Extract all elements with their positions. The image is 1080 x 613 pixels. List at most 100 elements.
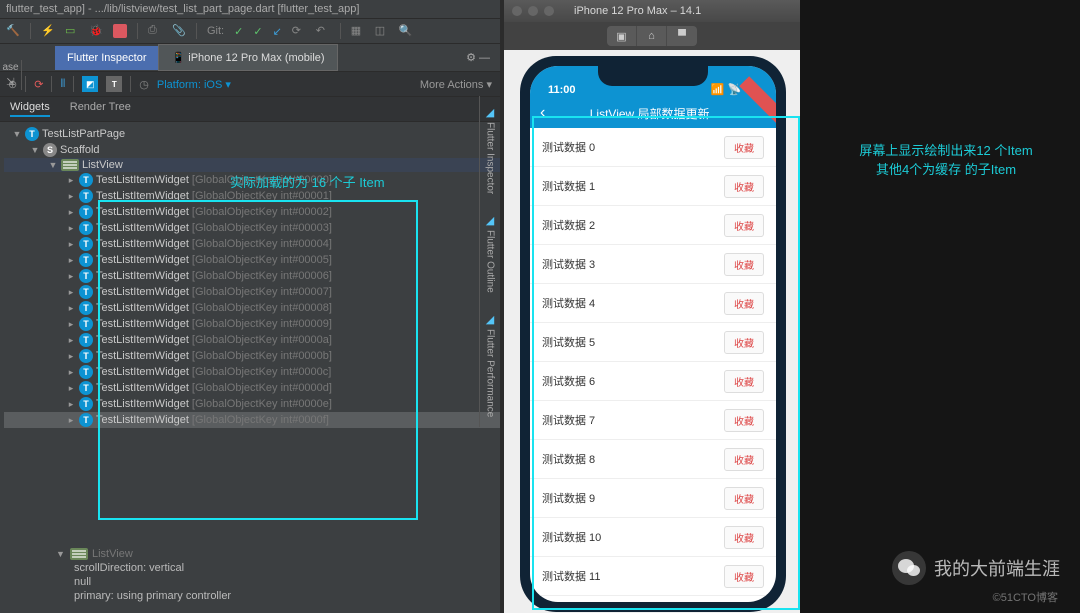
select-mode-icon[interactable]: ◩ — [82, 76, 98, 92]
attach-icon[interactable]: 📎 — [172, 24, 186, 38]
list-item[interactable]: 测试数据 11收藏 — [530, 557, 776, 596]
side-tab-ase[interactable]: ase — [0, 60, 22, 75]
min-dot-icon[interactable] — [528, 6, 538, 16]
favorite-button[interactable]: 收藏 — [724, 136, 764, 159]
window-icon[interactable]: ◫ — [375, 24, 389, 38]
list-item[interactable]: 测试数据 1收藏 — [530, 167, 776, 206]
favorite-button[interactable]: 收藏 — [724, 526, 764, 549]
tree-item[interactable]: ▸TTestListItemWidget [GlobalObjectKey in… — [4, 284, 500, 300]
tree-root[interactable]: ▼ T TestListPartPage — [4, 126, 500, 142]
list-item[interactable]: 测试数据 8收藏 — [530, 440, 776, 479]
caret-icon[interactable]: ▸ — [66, 319, 76, 330]
device-icon[interactable]: ▭ — [65, 24, 79, 38]
stop-icon[interactable] — [113, 24, 127, 38]
tab-flutter-inspector[interactable]: Flutter Inspector — [55, 46, 158, 70]
caret-icon[interactable]: ▸ — [66, 255, 76, 266]
caret-icon[interactable]: ▸ — [66, 191, 76, 202]
list-item[interactable]: 测试数据 3收藏 — [530, 245, 776, 284]
tree-item[interactable]: ▸TTestListItemWidget [GlobalObjectKey in… — [4, 316, 500, 332]
layout-icon[interactable]: ▦ — [351, 24, 365, 38]
favorite-button[interactable]: 收藏 — [724, 487, 764, 510]
favorite-button[interactable]: 收藏 — [724, 214, 764, 237]
caret-icon[interactable]: ▸ — [66, 303, 76, 314]
caret-icon[interactable]: ▸ — [66, 415, 76, 426]
vtab-performance[interactable]: ◢Flutter Performance — [479, 303, 500, 427]
caret-icon[interactable]: ▼ — [12, 129, 22, 139]
tab-device[interactable]: 📱 iPhone 12 Pro Max (mobile) — [158, 44, 337, 71]
tree-item[interactable]: ▸TTestListItemWidget [GlobalObjectKey in… — [4, 268, 500, 284]
favorite-button[interactable]: 收藏 — [724, 448, 764, 471]
caret-icon[interactable]: ▼ — [30, 145, 40, 155]
tab-widgets[interactable]: Widgets — [10, 101, 50, 117]
refresh-icon[interactable]: ⟳ — [34, 78, 43, 91]
tree-item[interactable]: ▸TTestListItemWidget [GlobalObjectKey in… — [4, 364, 500, 380]
devices-icon[interactable]: ⎙ — [148, 24, 162, 38]
back-icon[interactable]: ‹ — [540, 104, 545, 122]
tree-item[interactable]: ▸TTestListItemWidget [GlobalObjectKey in… — [4, 300, 500, 316]
home-icon[interactable]: ⌂ — [637, 26, 667, 46]
caret-icon[interactable]: ▸ — [66, 175, 76, 186]
detail-listview[interactable]: ▼ ListView — [56, 547, 488, 561]
favorite-button[interactable]: 收藏 — [724, 253, 764, 276]
caret-icon[interactable]: ▸ — [66, 351, 76, 362]
caret-icon[interactable]: ▸ — [66, 271, 76, 282]
tree-item[interactable]: ▸TTestListItemWidget [GlobalObjectKey in… — [4, 396, 500, 412]
list-item[interactable]: 测试数据 6收藏 — [530, 362, 776, 401]
caret-icon[interactable]: ▼ — [48, 160, 58, 170]
more-actions-dropdown[interactable]: More Actions ▾ — [420, 78, 492, 91]
favorite-button[interactable]: 收藏 — [724, 370, 764, 393]
caret-icon[interactable]: ▼ — [56, 549, 66, 559]
caret-icon[interactable]: ▸ — [66, 223, 76, 234]
debug-icon[interactable]: 🐞 — [89, 24, 103, 38]
list-item[interactable]: 测试数据 0收藏 — [530, 128, 776, 167]
max-dot-icon[interactable] — [544, 6, 554, 16]
history-icon[interactable]: ⟳ — [292, 24, 306, 38]
list-item[interactable]: 测试数据 4收藏 — [530, 284, 776, 323]
guides-icon[interactable]: ⦀ — [60, 78, 65, 91]
list-item[interactable]: 测试数据 10收藏 — [530, 518, 776, 557]
close-dot-icon[interactable] — [512, 6, 522, 16]
caret-icon[interactable]: ▸ — [66, 367, 76, 378]
list-item[interactable]: 测试数据 5收藏 — [530, 323, 776, 362]
tree-item[interactable]: ▸TTestListItemWidget [GlobalObjectKey in… — [4, 380, 500, 396]
tab-render-tree[interactable]: Render Tree — [70, 101, 131, 117]
text-mode-icon[interactable]: T — [106, 76, 122, 92]
caret-icon[interactable]: ▸ — [66, 399, 76, 410]
favorite-button[interactable]: 收藏 — [724, 409, 764, 432]
git-check-icon[interactable]: ✓ — [234, 25, 243, 38]
favorite-button[interactable]: 收藏 — [724, 331, 764, 354]
list-item[interactable]: 测试数据 2收藏 — [530, 206, 776, 245]
caret-icon[interactable]: ▸ — [66, 335, 76, 346]
run-icon[interactable]: ⚡ — [41, 24, 55, 38]
list-item[interactable]: 测试数据 9收藏 — [530, 479, 776, 518]
tree-item[interactable]: ▸TTestListItemWidget [GlobalObjectKey in… — [4, 348, 500, 364]
tree-item[interactable]: ▸TTestListItemWidget [GlobalObjectKey in… — [4, 220, 500, 236]
vtab-inspector[interactable]: ◢Flutter Inspector — [479, 96, 500, 204]
tree-item[interactable]: ▸TTestListItemWidget [GlobalObjectKey in… — [4, 332, 500, 348]
widget-tree[interactable]: ▼ T TestListPartPage ▼ S Scaffold ▼ List… — [0, 122, 500, 432]
favorite-button[interactable]: 收藏 — [724, 292, 764, 315]
favorite-button[interactable]: 收藏 — [724, 565, 764, 588]
caret-icon[interactable]: ▸ — [66, 207, 76, 218]
clock-icon[interactable]: ◷ — [139, 78, 149, 91]
tree-scaffold[interactable]: ▼ S Scaffold — [4, 142, 500, 158]
build-icon[interactable]: 🔨 — [6, 24, 20, 38]
tree-item[interactable]: ▸TTestListItemWidget [GlobalObjectKey in… — [4, 412, 500, 428]
screenshot-icon[interactable]: ▣ — [607, 26, 637, 46]
phone-listview[interactable]: 测试数据 0收藏测试数据 1收藏测试数据 2收藏测试数据 3收藏测试数据 4收藏… — [530, 128, 776, 602]
inspector-settings-icon[interactable]: ⚙ — — [456, 45, 500, 70]
git-commit-icon[interactable]: ✓ — [253, 25, 262, 38]
caret-icon[interactable]: ▸ — [66, 383, 76, 394]
tree-listview[interactable]: ▼ ListView — [4, 158, 500, 172]
caret-icon[interactable]: ▸ — [66, 287, 76, 298]
tree-item[interactable]: ▸TTestListItemWidget [GlobalObjectKey in… — [4, 252, 500, 268]
fold-icon[interactable]: ⇲ — [0, 75, 22, 90]
search-icon[interactable]: 🔍 — [399, 24, 413, 38]
platform-dropdown[interactable]: Platform: iOS ▾ — [157, 78, 231, 91]
tree-item[interactable]: ▸TTestListItemWidget [GlobalObjectKey in… — [4, 236, 500, 252]
caret-icon[interactable]: ▸ — [66, 239, 76, 250]
vtab-outline[interactable]: ◢Flutter Outline — [479, 204, 500, 303]
rotate-icon[interactable]: ▀ — [667, 26, 697, 46]
git-pull-icon[interactable]: ↙ — [273, 25, 282, 38]
list-item[interactable]: 测试数据 7收藏 — [530, 401, 776, 440]
